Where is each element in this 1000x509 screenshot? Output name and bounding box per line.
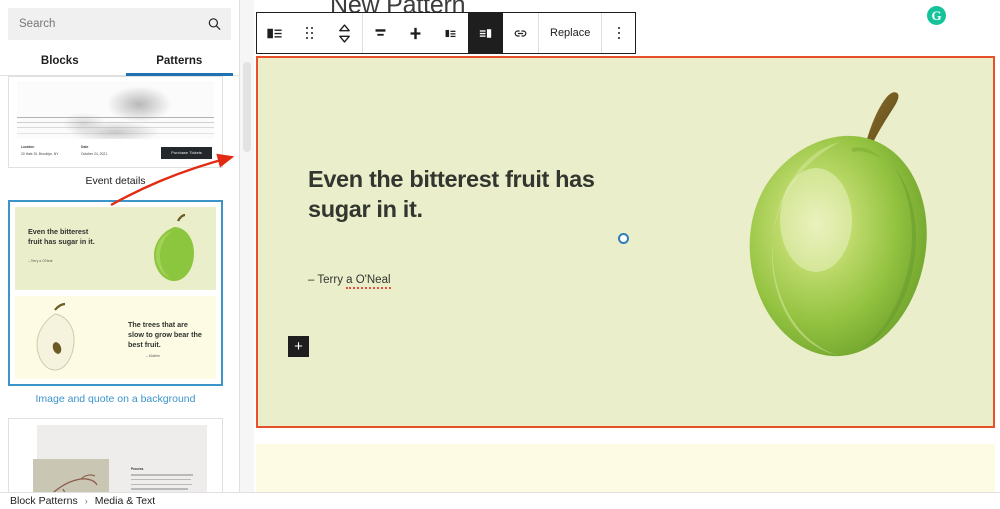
thumb-quote-text: Even the bitterest fruit has sugar in it… xyxy=(28,227,95,246)
media-on-right-icon[interactable] xyxy=(468,13,503,53)
thumb-quote-cite: – Molière xyxy=(146,354,160,358)
align-center-icon[interactable] xyxy=(398,13,433,53)
toolbar-group-align xyxy=(363,13,539,53)
search-input[interactable] xyxy=(8,18,198,30)
column-resize-handle[interactable] xyxy=(618,233,629,244)
pattern-preview: Even the bitterest fruit has sugar in it… xyxy=(8,200,223,386)
citation-misspelled-text: a O'Neal xyxy=(346,274,391,289)
pattern-item-image-and-quote[interactable]: Even the bitterest fruit has sugar in it… xyxy=(0,196,231,414)
grammarly-icon[interactable]: G xyxy=(927,6,946,25)
move-up-down-icon[interactable] xyxy=(327,13,362,53)
lower-quote-block[interactable] xyxy=(256,444,995,492)
thumb-purchase-tickets-button: Purchase Tickets xyxy=(161,147,212,159)
add-block-button[interactable]: + xyxy=(288,336,309,357)
toolbar-group-more xyxy=(602,13,635,53)
breadcrumb-item-block-patterns[interactable]: Block Patterns xyxy=(10,495,78,507)
tab-patterns[interactable]: Patterns xyxy=(120,48,240,76)
sidebar-scrollbar-thumb[interactable] xyxy=(243,62,251,152)
breadcrumb-item-media-text[interactable]: Media & Text xyxy=(95,495,156,507)
sketch-illustration-icon xyxy=(17,81,214,139)
thumb-quote-text: The trees that are slow to grow bear the… xyxy=(128,320,202,349)
pattern-preview: Location 20 Hale St. Brooklyn, NY Date O… xyxy=(8,76,223,168)
thumb-image-placeholder xyxy=(33,459,109,492)
thumb-heading: Process xyxy=(131,467,144,471)
pattern-preview: Process xyxy=(8,418,223,492)
pattern-item-media-text[interactable]: Process xyxy=(0,414,231,492)
quote-citation[interactable]: – Terry a O'Neal xyxy=(308,274,391,289)
drag-handle-icon[interactable] xyxy=(292,13,327,53)
pattern-thumbnail-media-text: Process xyxy=(9,419,222,492)
thumb-date: Date October 24, 2021 xyxy=(81,144,108,156)
replace-button[interactable]: Replace xyxy=(539,13,601,53)
search-area xyxy=(0,0,239,40)
pear-half-thumbnail-icon xyxy=(36,302,75,371)
breadcrumb: Block Patterns › Media & Text xyxy=(0,492,1000,509)
more-dots xyxy=(617,26,621,40)
pattern-label: Event details xyxy=(85,175,146,187)
pear-illustration[interactable] xyxy=(716,72,971,417)
thumb-text-block: Process xyxy=(131,467,193,492)
pattern-thumb-quote-top: Even the bitterest fruit has sugar in it… xyxy=(15,207,216,290)
media-on-left-icon[interactable] xyxy=(433,13,468,53)
toolbar-group-replace: Replace xyxy=(539,13,603,53)
search-icon xyxy=(208,18,221,31)
pattern-label: Image and quote on a background xyxy=(35,393,196,405)
citation-prefix: – Terry xyxy=(308,274,347,286)
editor-canvas-area: New Pattern G Replace Even the bitterest… xyxy=(254,0,1000,492)
editor-window: Blocks Patterns Location xyxy=(0,0,1000,509)
tab-blocks[interactable]: Blocks xyxy=(0,48,120,75)
align-top-icon[interactable] xyxy=(363,13,398,53)
patterns-list: Location 20 Hale St. Brooklyn, NY Date O… xyxy=(0,72,231,492)
more-options-icon[interactable] xyxy=(602,13,635,53)
block-toolbar: Replace xyxy=(256,12,637,54)
drag-dots xyxy=(305,26,314,40)
link-icon[interactable] xyxy=(503,13,538,53)
quote-heading[interactable]: Even the bitterest fruit has sugar in it… xyxy=(308,164,608,225)
media-text-block[interactable]: Even the bitterest fruit has sugar in it… xyxy=(256,56,995,428)
media-text-block-icon[interactable] xyxy=(257,13,292,53)
thumb-location: Location 20 Hale St. Brooklyn, NY xyxy=(21,144,59,156)
pattern-thumbnail-event: Location 20 Hale St. Brooklyn, NY Date O… xyxy=(9,77,222,167)
toolbar-group-block xyxy=(257,13,363,53)
pear-thumbnail-icon xyxy=(154,213,194,281)
sidebar-scrollbar-track[interactable] xyxy=(240,0,254,492)
block-inserter-sidebar: Blocks Patterns Location xyxy=(0,0,240,492)
pattern-item-event-details[interactable]: Location 20 Hale St. Brooklyn, NY Date O… xyxy=(0,72,231,196)
search-box[interactable] xyxy=(8,8,231,40)
pattern-thumb-quote-bottom: The trees that are slow to grow bear the… xyxy=(15,296,216,379)
breadcrumb-separator-icon: › xyxy=(84,496,88,506)
thumb-quote-cite: – Terry a O'Neal xyxy=(28,259,53,263)
